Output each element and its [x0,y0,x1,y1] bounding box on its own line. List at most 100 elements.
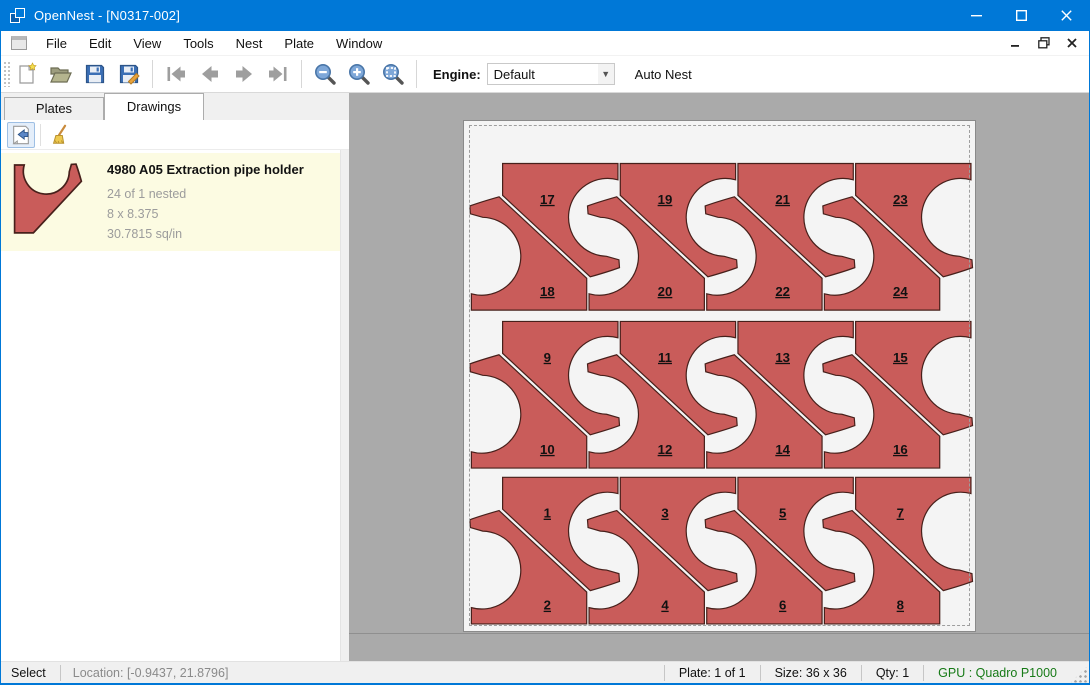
save-icon [83,62,107,86]
mdi-minimize-button[interactable] [1009,37,1023,49]
status-gpu: GPU : Quadro P1000 [924,662,1071,683]
last-arrow-icon [266,62,290,86]
zoom-extents-icon [381,62,405,86]
menu-tools[interactable]: Tools [172,33,224,54]
first-plate-button[interactable] [159,59,193,89]
panel-tabs: Plates Drawings [1,93,349,120]
new-document-button[interactable] [10,59,44,89]
import-drawing-icon [10,124,32,146]
part-number-label: 20 [658,284,673,299]
menu-file[interactable]: File [35,33,78,54]
toolbar-grip[interactable] [3,61,10,87]
maximize-button[interactable] [999,0,1044,31]
next-plate-button[interactable] [227,59,261,89]
part-number-label: 2 [544,598,551,613]
engine-value: Default [494,67,535,82]
left-panel: Plates Drawings [1,93,349,661]
save-as-button[interactable] [112,59,146,89]
status-size: Size: 36 x 36 [761,662,861,683]
part-number-label: 18 [540,284,555,299]
zoom-out-icon [313,62,337,86]
part-number-label: 23 [893,192,908,207]
part-number-label: 5 [779,506,786,521]
part-number-label: 3 [661,506,668,521]
resize-grip[interactable] [1071,667,1087,683]
drawing-title: 4980 A05 Extraction pipe holder [107,162,304,177]
part-number-label: 6 [779,598,786,613]
menu-edit[interactable]: Edit [78,33,122,54]
previous-arrow-icon [198,62,222,86]
drawing-dimensions: 8 x 8.375 [107,204,304,224]
drawings-toolbar [1,120,349,150]
nest-canvas[interactable]: 171921231820222491113151012141613572468 [349,93,1089,661]
save-edit-icon [117,62,141,86]
part-number-label: 1 [544,506,551,521]
open-folder-icon [49,62,73,86]
zoom-in-button[interactable] [342,59,376,89]
first-arrow-icon [164,62,188,86]
last-plate-button[interactable] [261,59,295,89]
mdi-close-button[interactable] [1065,37,1079,49]
clean-drawings-button[interactable] [46,122,74,148]
engine-label: Engine: [433,67,481,82]
part-number-label: 13 [775,350,790,365]
drawing-nested-count: 24 of 1 nested [107,184,304,204]
part-number-label: 7 [897,506,904,521]
document-icon[interactable] [11,36,27,50]
part-number-label: 11 [658,350,672,365]
status-plate: Plate: 1 of 1 [665,662,760,683]
part-number-label: 14 [775,442,790,457]
menu-bar: File Edit View Tools Nest Plate Window [1,31,1089,56]
menu-nest[interactable]: Nest [225,33,274,54]
part-number-label: 12 [658,442,673,457]
list-scrollbar[interactable] [340,150,349,661]
next-arrow-icon [232,62,256,86]
part-number-label: 15 [893,350,908,365]
part-thumbnail [11,160,85,236]
window-title: OpenNest - [N0317-002] [34,8,180,23]
status-mode: Select [1,666,60,680]
zoom-out-button[interactable] [308,59,342,89]
broom-icon [49,124,71,146]
open-file-button[interactable] [44,59,78,89]
minimize-button[interactable] [954,0,999,31]
part-number-label: 19 [658,192,673,207]
zoom-in-icon [347,62,371,86]
save-button[interactable] [78,59,112,89]
tab-plates[interactable]: Plates [4,97,104,120]
zoom-extents-button[interactable] [376,59,410,89]
close-button[interactable] [1044,0,1089,31]
auto-nest-button[interactable]: Auto Nest [629,64,698,85]
plate[interactable]: 171921231820222491113151012141613572468 [463,120,976,632]
part-number-label: 22 [775,284,790,299]
app-icon [10,8,26,24]
part-number-label: 21 [775,192,790,207]
part-number-label: 4 [661,598,669,613]
drawing-list: 4980 A05 Extraction pipe holder 24 of 1 … [1,150,349,661]
part-thumbnail-shape [15,164,82,233]
menu-plate[interactable]: Plate [273,33,325,54]
new-document-icon [15,62,39,86]
import-drawing-button[interactable] [7,122,35,148]
previous-plate-button[interactable] [193,59,227,89]
nested-parts-view: 171921231820222491113151012141613572468 [464,121,975,631]
title-bar: OpenNest - [N0317-002] [1,0,1089,31]
part-number-label: 8 [897,598,904,613]
main-toolbar: Engine: Default ▼ Auto Nest [1,56,1089,93]
mdi-restore-button[interactable] [1037,37,1051,49]
tab-drawings[interactable]: Drawings [104,93,204,120]
drawing-item[interactable]: 4980 A05 Extraction pipe holder 24 of 1 … [1,153,340,251]
menu-view[interactable]: View [122,33,172,54]
chevron-down-icon: ▼ [598,64,614,84]
canvas-divider [349,633,1089,634]
part-number-label: 17 [540,192,555,207]
part-number-label: 16 [893,442,908,457]
engine-select[interactable]: Default ▼ [487,63,615,85]
status-bar: Select Location: [-0.9437, 21.8796] Plat… [1,661,1089,683]
part-number-label: 24 [893,284,908,299]
menu-window[interactable]: Window [325,33,393,54]
status-location: Location: [-0.9437, 21.8796] [61,666,241,680]
app-window: OpenNest - [N0317-002] File Edit View To… [0,0,1090,685]
status-qty: Qty: 1 [862,662,923,683]
part-number-label: 10 [540,442,555,457]
